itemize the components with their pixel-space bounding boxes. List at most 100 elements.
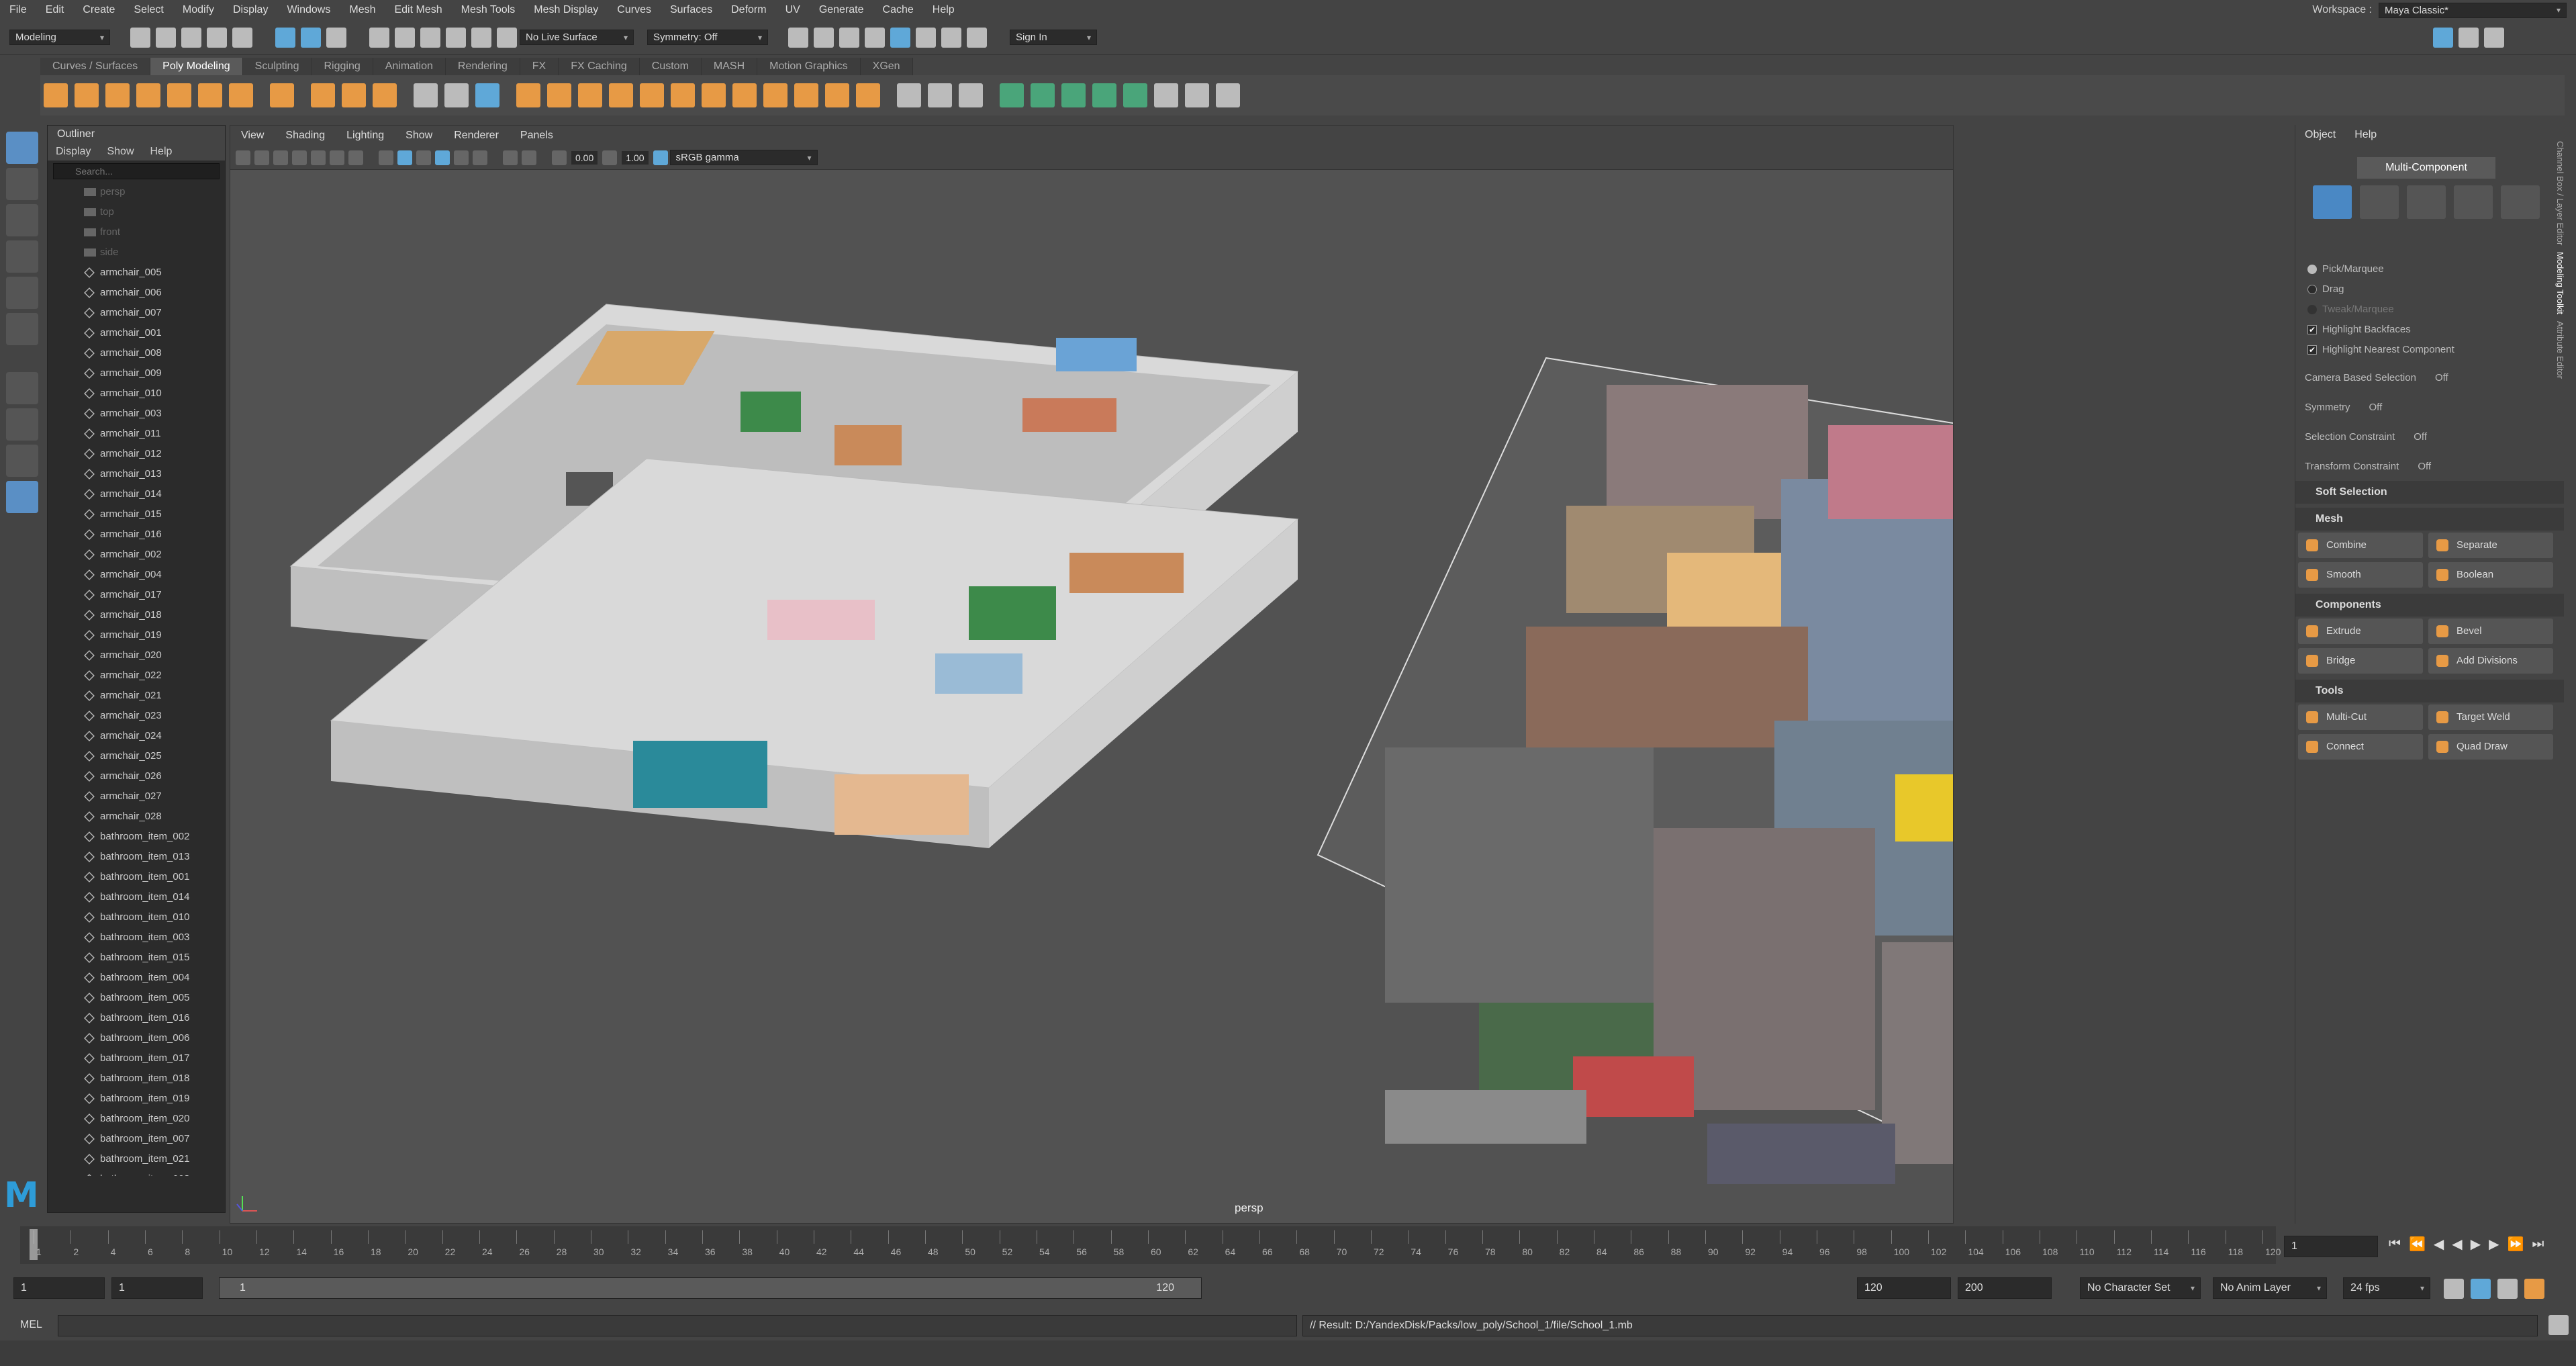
- save-scene-icon[interactable]: [181, 27, 201, 48]
- shelf-tab-fx-caching[interactable]: FX Caching: [559, 58, 640, 75]
- poly-torus-icon[interactable]: [167, 83, 191, 107]
- menu-mesh-display[interactable]: Mesh Display: [524, 0, 608, 20]
- outliner-item[interactable]: bathroom_item_008: [48, 1169, 225, 1176]
- poly-cone-icon[interactable]: [136, 83, 160, 107]
- shelf-tab-rigging[interactable]: Rigging: [312, 58, 373, 75]
- menu-help[interactable]: Help: [923, 0, 964, 20]
- ambient-occlusion-icon[interactable]: [473, 150, 487, 165]
- outliner-item[interactable]: armchair_001: [48, 323, 225, 343]
- wedge-icon[interactable]: [856, 83, 880, 107]
- shelf-tab-motion-graphics[interactable]: Motion Graphics: [757, 58, 861, 75]
- smooth-shade-icon[interactable]: [397, 150, 412, 165]
- sign-in-button[interactable]: Sign In: [1010, 30, 1097, 45]
- boolean-intersect-icon[interactable]: [640, 83, 664, 107]
- anim-prefs-icon[interactable]: [2497, 1279, 2518, 1299]
- combine-button[interactable]: Combine: [2298, 533, 2423, 558]
- drag-option[interactable]: Drag: [2295, 279, 2564, 300]
- type-text-icon[interactable]: [342, 83, 366, 107]
- svg-icon[interactable]: [373, 83, 397, 107]
- tools-section-header[interactable]: Tools: [2295, 680, 2564, 702]
- snap-point-icon[interactable]: [420, 27, 440, 48]
- light-editor-icon[interactable]: [941, 27, 961, 48]
- outliner-item[interactable]: armchair_007: [48, 303, 225, 323]
- outliner-item[interactable]: bathroom_item_013: [48, 847, 225, 867]
- outliner-item[interactable]: bathroom_item_015: [48, 948, 225, 968]
- poly-cube-icon[interactable]: [75, 83, 99, 107]
- uv-mode-icon[interactable]: [2501, 185, 2540, 219]
- outliner-layout-icon[interactable]: [6, 481, 38, 513]
- outliner-item[interactable]: armchair_023: [48, 706, 225, 726]
- outliner-item[interactable]: armchair_002: [48, 545, 225, 565]
- mirror-icon[interactable]: [671, 83, 695, 107]
- outliner-item[interactable]: bathroom_item_006: [48, 1028, 225, 1048]
- add-divisions-button[interactable]: Add Divisions: [2428, 648, 2553, 674]
- sculpt-icon[interactable]: [1216, 83, 1240, 107]
- camera-select-icon[interactable]: [236, 150, 250, 165]
- textured-icon[interactable]: [416, 150, 431, 165]
- symmetry-row[interactable]: Symmetry Off: [2295, 398, 2564, 418]
- ipr-render-icon[interactable]: [839, 27, 859, 48]
- separate-button[interactable]: Separate: [2428, 533, 2553, 558]
- render-frame-icon[interactable]: [814, 27, 834, 48]
- toolkit-menu-help[interactable]: Help: [2345, 125, 2386, 145]
- outliner-item[interactable]: bathroom_item_003: [48, 927, 225, 948]
- viewport-menu-panels[interactable]: Panels: [510, 126, 564, 146]
- boolean-button[interactable]: Boolean: [2428, 562, 2553, 588]
- selection-constraint-value[interactable]: Off: [2414, 427, 2427, 447]
- highlight-backfaces-checkbox[interactable]: Highlight Backfaces: [2295, 320, 2564, 340]
- boolean-difference-icon[interactable]: [609, 83, 633, 107]
- scene-view[interactable]: [230, 170, 1953, 1223]
- play-forward-icon[interactable]: ▶: [2471, 1236, 2481, 1253]
- outliner-item[interactable]: armchair_016: [48, 525, 225, 545]
- poly-plane-icon[interactable]: [198, 83, 222, 107]
- bookmark-icon[interactable]: [273, 150, 288, 165]
- uv-checker-icon[interactable]: [1154, 83, 1178, 107]
- outliner-item[interactable]: armchair_028: [48, 807, 225, 827]
- vertex-mode-icon[interactable]: [2360, 185, 2399, 219]
- outliner-item[interactable]: armchair_010: [48, 383, 225, 404]
- anim-end-field[interactable]: 200: [1958, 1277, 2052, 1299]
- paint-select-icon[interactable]: [6, 204, 38, 236]
- outliner-item[interactable]: armchair_017: [48, 585, 225, 605]
- rotate-tool-icon[interactable]: [6, 277, 38, 309]
- outliner-item[interactable]: bathroom_item_005: [48, 988, 225, 1008]
- poly-disc-icon[interactable]: [229, 83, 253, 107]
- outliner-item[interactable]: bathroom_item_014: [48, 887, 225, 907]
- playback-start-field[interactable]: 1: [111, 1277, 203, 1299]
- camera-based-selection-value[interactable]: Off: [2435, 368, 2448, 388]
- camera-attributes-icon[interactable]: [254, 150, 269, 165]
- menu-display[interactable]: Display: [224, 0, 277, 20]
- cylindrical-uv-icon[interactable]: [1031, 83, 1055, 107]
- sweep-mesh-icon[interactable]: [311, 83, 335, 107]
- outliner-menu-help[interactable]: Help: [142, 143, 181, 161]
- colorspace-dropdown[interactable]: sRGB gamma: [669, 150, 818, 165]
- time-slider[interactable]: 1 2 4 6 8 10 12 14 16 18 20 22 24 26 28 30 32 34 36 38 40 42 4…: [20, 1226, 2281, 1264]
- hypershade-icon[interactable]: [890, 27, 910, 48]
- isolate-select-icon[interactable]: [503, 150, 518, 165]
- playback-end-field[interactable]: 120: [1857, 1277, 1951, 1299]
- connect-button[interactable]: Connect: [2298, 734, 2423, 760]
- outliner-item[interactable]: armchair_011: [48, 424, 225, 444]
- edge-mode-icon[interactable]: [2407, 185, 2446, 219]
- outliner-item[interactable]: bathroom_item_019: [48, 1089, 225, 1109]
- pause-viewport-icon[interactable]: [967, 27, 987, 48]
- xray-icon[interactable]: [522, 150, 536, 165]
- redo-icon[interactable]: [232, 27, 252, 48]
- anim-layer-dropdown[interactable]: No Anim Layer: [2213, 1277, 2327, 1299]
- shelf-tab-animation[interactable]: Animation: [373, 58, 446, 75]
- soft-mod-icon[interactable]: [1185, 83, 1209, 107]
- outliner-item[interactable]: armchair_019: [48, 625, 225, 645]
- tweak-marquee-option[interactable]: Tweak/Marquee: [2295, 300, 2564, 320]
- side-tab-attribute-editor[interactable]: Attribute Editor: [2555, 321, 2565, 379]
- wireframe-icon[interactable]: [379, 150, 393, 165]
- film-gate-icon[interactable]: [330, 150, 344, 165]
- extrude-button[interactable]: Extrude: [2298, 619, 2423, 644]
- exposure-value[interactable]: 0.00: [571, 150, 598, 165]
- shelf-tab-custom[interactable]: Custom: [639, 58, 702, 75]
- face-mode-icon[interactable]: [2454, 185, 2493, 219]
- outliner-item[interactable]: bathroom_item_017: [48, 1048, 225, 1068]
- four-pane-layout-icon[interactable]: [6, 408, 38, 441]
- outliner-item[interactable]: bathroom_item_007: [48, 1129, 225, 1149]
- menu-edit-mesh[interactable]: Edit Mesh: [385, 0, 451, 20]
- outliner-camera-item[interactable]: side: [48, 242, 225, 263]
